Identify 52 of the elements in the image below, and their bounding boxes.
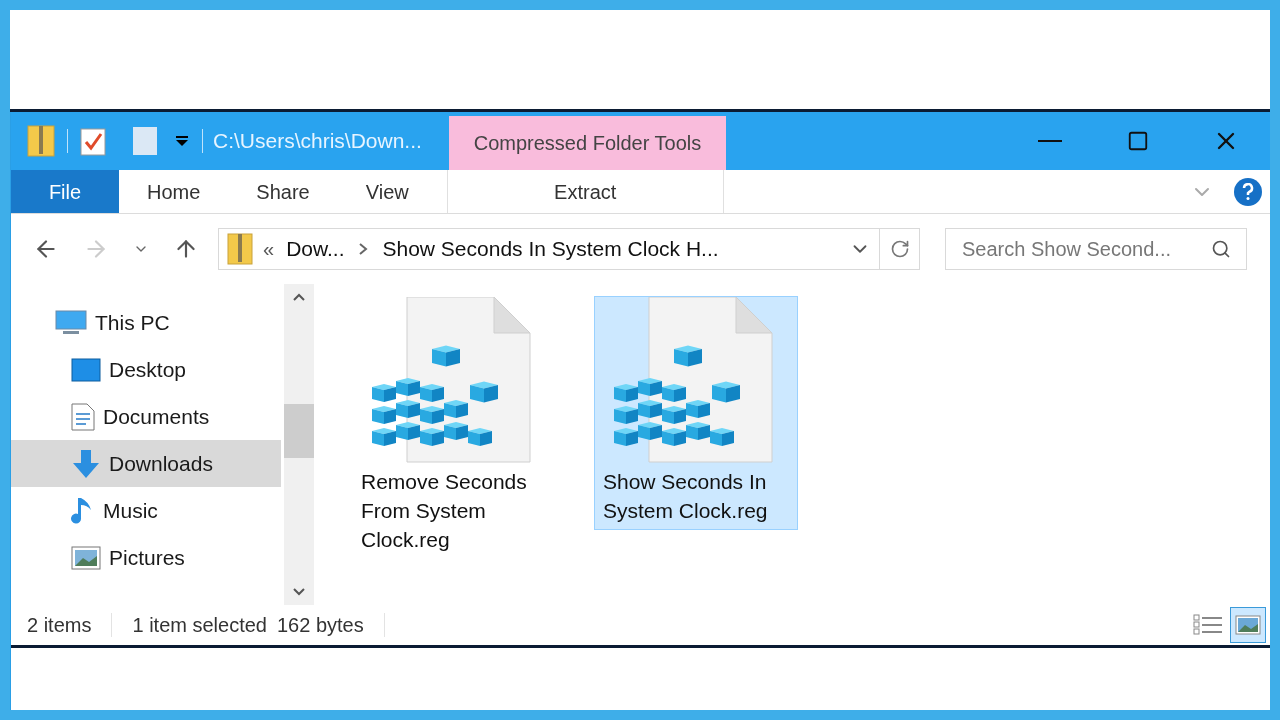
- properties-checkmark-icon: [80, 126, 106, 156]
- nav-label: Music: [103, 497, 158, 524]
- nav-label: This PC: [95, 309, 170, 336]
- ribbon-tab[interactable]: Home: [119, 170, 229, 213]
- file-name: Show Seconds In System Clock.reg: [603, 469, 769, 524]
- breadcrumb[interactable]: Dow...: [286, 233, 345, 265]
- computer-icon: [55, 309, 87, 336]
- customize-dropdown-icon[interactable]: [174, 135, 190, 147]
- nav-label: Documents: [103, 403, 210, 430]
- contextual-tab-header: Compressed Folder Tools: [449, 116, 726, 170]
- picture-icon: [71, 545, 101, 570]
- nav-item[interactable]: This PC: [11, 299, 281, 346]
- window-title: C:\Users\chris\Down...: [213, 128, 423, 155]
- nav-label: Downloads: [109, 450, 213, 477]
- nav-item[interactable]: Documents: [11, 393, 281, 440]
- document-icon: [71, 402, 95, 431]
- nav-item[interactable]: Pictures: [11, 534, 281, 581]
- scroll-down-icon[interactable]: [292, 587, 306, 597]
- nav-item[interactable]: Music: [11, 487, 281, 534]
- download-arrow-icon: [71, 448, 101, 479]
- selection-status: 1 item selected: [131, 613, 267, 638]
- search-field[interactable]: Search Show Second...: [945, 228, 1247, 270]
- file-item[interactable]: Show Seconds In System Clock.reg: [594, 296, 798, 530]
- item-count: 2 items: [26, 613, 93, 638]
- maximize-icon: [1127, 130, 1149, 152]
- overflow-chevron[interactable]: «: [263, 234, 275, 264]
- zip-folder-icon: [227, 233, 253, 265]
- scrollbar-thumb[interactable]: [284, 404, 314, 458]
- search-icon: [1211, 239, 1231, 259]
- desktop-icon: [71, 357, 101, 382]
- selection-size: 162 bytes: [276, 613, 365, 638]
- nav-item[interactable]: Downloads: [11, 440, 281, 487]
- large-icons-view-button[interactable]: [1230, 607, 1266, 643]
- nav-label: Desktop: [109, 356, 187, 383]
- file-tab[interactable]: File: [11, 170, 119, 213]
- breadcrumb-separator-icon: [358, 242, 369, 256]
- nav-label: Pictures: [109, 544, 185, 571]
- breadcrumb[interactable]: Show Seconds In System Clock H...: [382, 233, 719, 265]
- scroll-up-icon[interactable]: [292, 292, 306, 302]
- ribbon-tab[interactable]: Share: [228, 170, 338, 213]
- file-item[interactable]: Remove Seconds From System Clock.reg: [352, 296, 556, 559]
- nav-item[interactable]: Desktop: [11, 346, 281, 393]
- zip-folder-icon: [27, 125, 55, 157]
- blank-page-icon: [132, 126, 158, 156]
- address-bar[interactable]: « Dow... Show Seconds In System Clock H...: [218, 228, 920, 270]
- minimize-icon: [1038, 139, 1062, 143]
- help-icon[interactable]: [1234, 177, 1262, 206]
- file-name: Remove Seconds From System Clock.reg: [361, 469, 528, 553]
- ribbon-tab[interactable]: Extract: [446, 170, 724, 213]
- scrollbar[interactable]: [284, 284, 314, 605]
- refresh-icon: [889, 239, 910, 259]
- ribbon-tab[interactable]: View: [337, 170, 437, 213]
